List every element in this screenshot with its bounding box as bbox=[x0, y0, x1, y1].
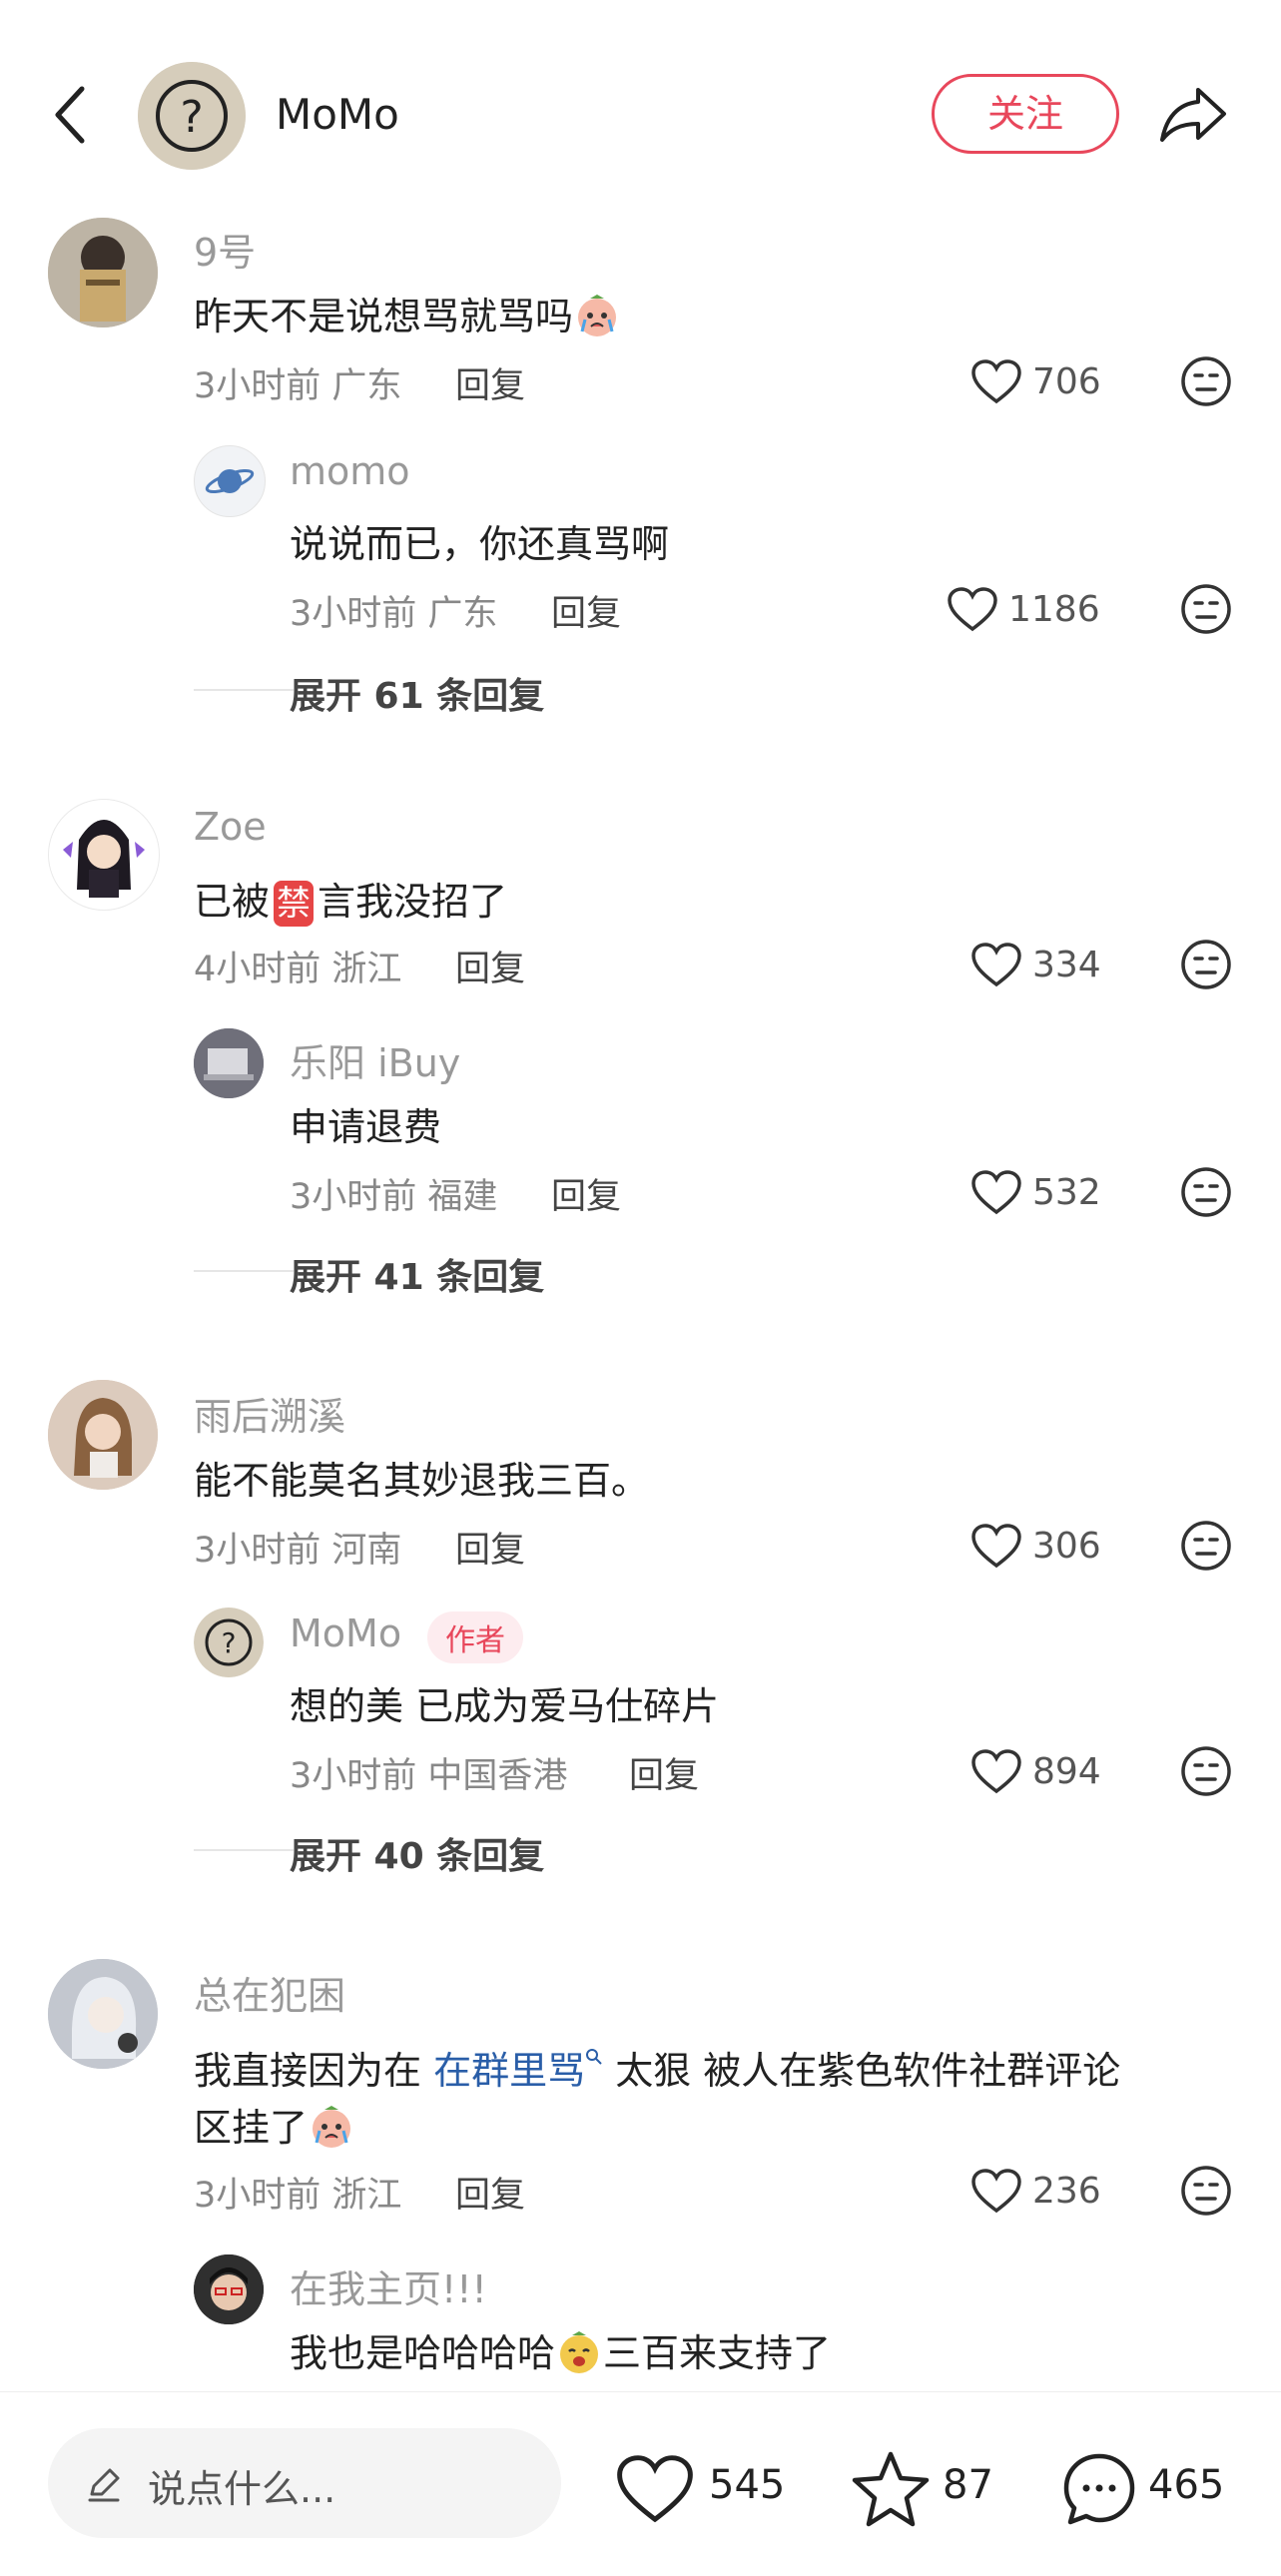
header-user-name[interactable]: MoMo bbox=[276, 90, 399, 139]
post-like-count: 545 bbox=[709, 2462, 786, 2508]
commenter-avatar[interactable] bbox=[48, 1959, 158, 2069]
heart-outline-icon[interactable] bbox=[970, 1749, 1022, 1795]
anime-girl-avatar-icon bbox=[63, 820, 145, 898]
reply-text: 申请退费 bbox=[290, 1105, 442, 1149]
reply-author[interactable]: MoMo bbox=[290, 1611, 401, 1655]
heart-outline-icon[interactable] bbox=[947, 587, 998, 633]
reply-button[interactable]: 回复 bbox=[629, 1747, 699, 1798]
svg-text:?: ? bbox=[222, 1626, 237, 1659]
reply-avatar[interactable] bbox=[194, 2254, 264, 2324]
back-chevron-icon[interactable] bbox=[50, 85, 90, 145]
heart-outline-icon[interactable] bbox=[970, 1170, 1022, 1216]
heart-outline-icon[interactable] bbox=[970, 2169, 1022, 2215]
reply-author[interactable]: momo bbox=[290, 449, 410, 493]
reply-avatar[interactable] bbox=[194, 1028, 264, 1098]
follow-button[interactable]: 关注 bbox=[932, 74, 1119, 154]
pen-icon bbox=[88, 2468, 120, 2502]
reply-text: 我也是哈哈哈哈 三百来支持了 bbox=[290, 2330, 832, 2375]
commenter-avatar[interactable] bbox=[48, 1380, 158, 1490]
planet-avatar-icon bbox=[205, 468, 255, 494]
reply-author[interactable]: 乐阳 iBuy bbox=[290, 1032, 460, 1087]
like-count: 334 bbox=[1032, 945, 1101, 985]
reply-button[interactable]: 回复 bbox=[455, 2167, 525, 2218]
reply-button[interactable]: 回复 bbox=[551, 585, 621, 636]
divider bbox=[194, 1849, 294, 1851]
commenter-avatar[interactable] bbox=[48, 799, 160, 911]
cheering-face-emoji-icon bbox=[555, 2330, 603, 2374]
comment-meta: 4小时前 浙江 bbox=[194, 950, 402, 989]
question-mark-avatar-icon: ? bbox=[138, 62, 246, 170]
reply-meta: 3小时前 广东 bbox=[290, 594, 498, 634]
reply-text: 说说而已，你还真骂啊 bbox=[290, 522, 670, 566]
reply-button[interactable]: 回复 bbox=[455, 941, 525, 991]
like-count: 1186 bbox=[1008, 589, 1100, 630]
star-outline-icon[interactable] bbox=[851, 2450, 931, 2528]
heart-outline-icon[interactable] bbox=[970, 359, 1022, 405]
doll-photo-avatar-icon bbox=[48, 1959, 158, 2069]
crying-face-emoji-icon bbox=[573, 294, 621, 337]
comment-meta: 3小时前 河南 bbox=[194, 1531, 402, 1571]
reply-button[interactable]: 回复 bbox=[455, 1522, 525, 1573]
comment-meta: 3小时前 浙江 bbox=[194, 2176, 402, 2216]
man-glasses-avatar-icon bbox=[194, 2254, 264, 2324]
like-count: 236 bbox=[1032, 2171, 1101, 2212]
like-count: 306 bbox=[1032, 1526, 1101, 1567]
reply-button[interactable]: 回复 bbox=[551, 1168, 621, 1219]
comment-text: 已被禁言我没招了 bbox=[194, 871, 507, 927]
reply-button[interactable]: 回复 bbox=[455, 357, 525, 408]
meh-face-icon[interactable] bbox=[1180, 583, 1232, 635]
heart-outline-icon[interactable] bbox=[970, 943, 1022, 988]
commenter-avatar[interactable] bbox=[48, 218, 158, 327]
share-icon[interactable] bbox=[1158, 84, 1228, 144]
comment-text: 昨天不是说想骂就骂吗 bbox=[194, 286, 621, 340]
meh-face-icon[interactable] bbox=[1180, 355, 1232, 407]
search-small-icon bbox=[585, 2031, 603, 2065]
reply-author[interactable]: 在我主页!!! bbox=[290, 2258, 487, 2313]
heart-outline-icon[interactable] bbox=[970, 1524, 1022, 1570]
topic-link[interactable]: 在群里骂 bbox=[433, 2049, 585, 2093]
like-count: 894 bbox=[1032, 1751, 1101, 1792]
chat-bubble-icon[interactable] bbox=[1060, 2450, 1138, 2528]
reply-avatar[interactable] bbox=[194, 445, 266, 517]
reply-meta: 3小时前 中国香港 bbox=[290, 1756, 568, 1796]
meh-face-icon[interactable] bbox=[1180, 2165, 1232, 2217]
like-count: 706 bbox=[1032, 361, 1101, 402]
person-photo-icon bbox=[48, 218, 158, 327]
header-avatar[interactable]: ? bbox=[138, 62, 246, 170]
comment-author[interactable]: 9号 bbox=[194, 222, 256, 277]
reply-avatar[interactable]: ? bbox=[194, 1608, 264, 1677]
svg-text:?: ? bbox=[180, 92, 203, 143]
meh-face-icon[interactable] bbox=[1180, 1745, 1232, 1797]
heart-outline-icon[interactable] bbox=[615, 2454, 695, 2526]
expand-replies-button[interactable]: 展开 41 条回复 bbox=[290, 1248, 544, 1300]
woman-photo-avatar-icon bbox=[48, 1380, 158, 1490]
comment-author[interactable]: 雨后溯溪 bbox=[194, 1386, 345, 1441]
expand-replies-button[interactable]: 展开 61 条回复 bbox=[290, 667, 544, 719]
divider bbox=[194, 1270, 294, 1272]
reply-text: 想的美 已成为爱马仕碎片 bbox=[290, 1684, 720, 1728]
ban-badge-emoji: 禁 bbox=[274, 881, 315, 927]
comment-input-placeholder[interactable]: 说点什么... bbox=[148, 2458, 335, 2513]
question-mark-avatar-icon: ? bbox=[194, 1608, 264, 1677]
author-badge: 作者 bbox=[427, 1611, 523, 1663]
meh-face-icon[interactable] bbox=[1180, 1520, 1232, 1572]
comment-text: 能不能莫名其妙退我三百。 bbox=[194, 1459, 650, 1503]
meh-face-icon[interactable] bbox=[1180, 939, 1232, 990]
laptop-photo-avatar-icon bbox=[194, 1028, 264, 1098]
post-star-count: 87 bbox=[943, 2462, 993, 2508]
meh-face-icon[interactable] bbox=[1180, 1166, 1232, 1218]
comment-text-line2: 区挂了 bbox=[194, 2097, 355, 2152]
reply-meta: 3小时前 福建 bbox=[290, 1177, 498, 1217]
comment-author[interactable]: Zoe bbox=[194, 805, 267, 849]
post-comment-count: 465 bbox=[1148, 2462, 1225, 2508]
comment-meta: 3小时前 广东 bbox=[194, 366, 402, 406]
divider bbox=[194, 689, 294, 691]
crying-face-emoji-icon bbox=[308, 2105, 355, 2149]
comment-author[interactable]: 总在犯困 bbox=[194, 1965, 345, 2020]
comment-text: 我直接因为在 在群里骂 太狠 被人在紫色软件社群评论 bbox=[194, 2031, 1120, 2095]
like-count: 532 bbox=[1032, 1172, 1101, 1213]
expand-replies-button[interactable]: 展开 40 条回复 bbox=[290, 1827, 544, 1879]
